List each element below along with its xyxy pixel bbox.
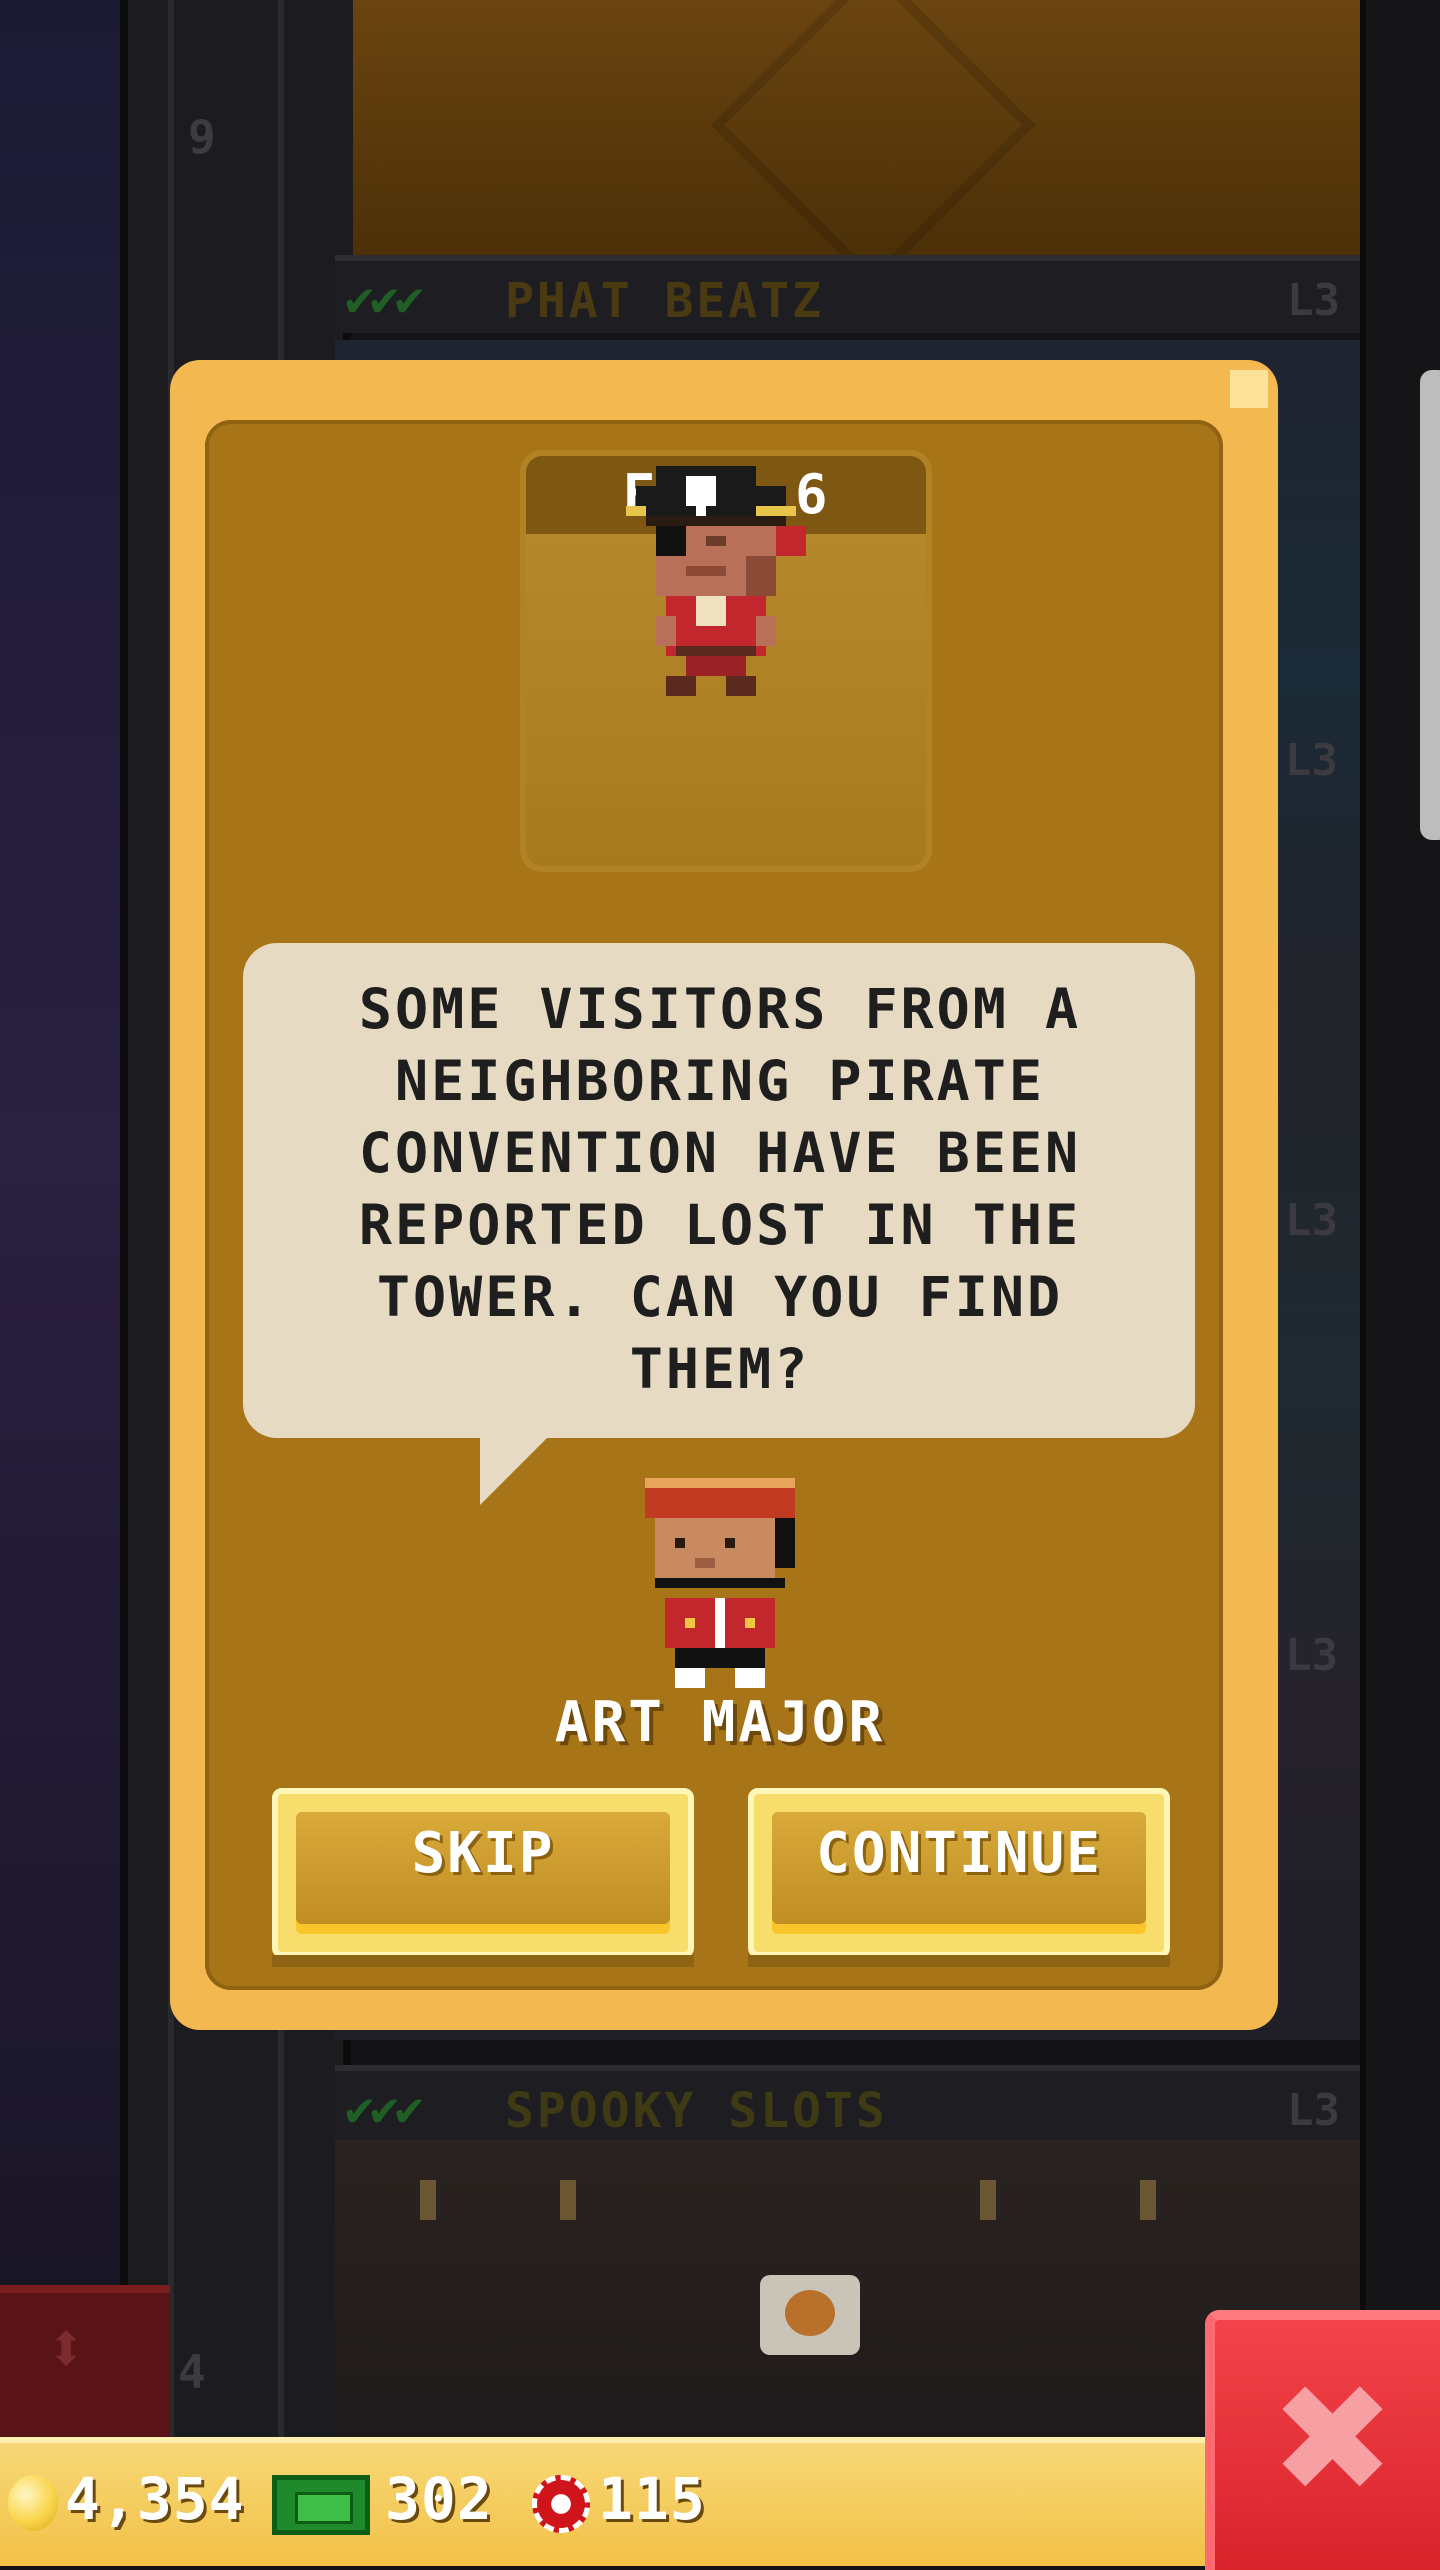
dialog-corner-highlight xyxy=(1230,370,1268,408)
tower-right-column xyxy=(1360,0,1440,2440)
room-top-floor[interactable] xyxy=(335,0,1378,288)
night-sky xyxy=(0,0,120,2560)
speech-bubble-tail xyxy=(480,1435,550,1505)
bux-count: 302 xyxy=(385,2465,493,2533)
pirate-visitor-icon xyxy=(626,466,806,696)
stock-checks-icon: ✔✔✔ xyxy=(345,2081,424,2137)
room-title: PHAT BEATZ xyxy=(505,273,824,329)
room-level: L3 xyxy=(1287,2085,1340,2136)
poker-chip-icon xyxy=(532,2475,590,2533)
lamp-icon xyxy=(420,2180,436,2220)
room-level: L3 xyxy=(1287,275,1340,326)
room-header-phat-beatz[interactable]: ✔✔✔ PHAT BEATZ L3 xyxy=(335,255,1360,333)
button-shadow xyxy=(748,1955,1170,1967)
chip-count: 115 xyxy=(598,2465,706,2533)
pumpkin-icon xyxy=(785,2290,835,2336)
skip-button-label: SKIP xyxy=(411,1821,555,1886)
elevator-button[interactable]: ⬍ xyxy=(0,2285,170,2443)
stock-checks-icon: ✔✔✔ xyxy=(345,271,424,327)
lamp-icon xyxy=(980,2180,996,2220)
side-scroll-tab[interactable] xyxy=(1420,370,1440,840)
npc-name: ART MAJOR xyxy=(554,1690,886,1755)
coin-count: 4,354 xyxy=(65,2465,245,2533)
continue-button[interactable]: CONTINUE xyxy=(748,1788,1170,1958)
skip-button[interactable]: SKIP xyxy=(272,1788,694,1958)
bellhop-bitizen-icon xyxy=(645,1478,795,1688)
lamp-icon xyxy=(560,2180,576,2220)
close-x-icon: ✖ xyxy=(1269,2353,1396,2527)
close-button[interactable]: ✖ xyxy=(1205,2310,1440,2570)
floor-number: 4 xyxy=(178,2345,206,2399)
continue-button-label: CONTINUE xyxy=(816,1821,1102,1886)
mission-message: SOME VISITORS FROM A NEIGHBORING PIRATE … xyxy=(358,977,1082,1401)
up-down-arrows-icon: ⬍ xyxy=(45,2307,88,2389)
tower-bux-icon[interactable] xyxy=(272,2475,370,2535)
coin-icon xyxy=(8,2475,58,2531)
floor-number: 9 xyxy=(188,110,216,164)
room-title: SPOOKY SLOTS xyxy=(505,2083,888,2139)
mission-portrait: FIND 6 xyxy=(520,450,932,872)
room-header-spooky-slots[interactable]: ✔✔✔ SPOOKY SLOTS L3 xyxy=(335,2065,1360,2143)
lamp-icon xyxy=(1140,2180,1156,2220)
room-decoration xyxy=(710,0,1036,288)
button-shadow xyxy=(272,1955,694,1967)
